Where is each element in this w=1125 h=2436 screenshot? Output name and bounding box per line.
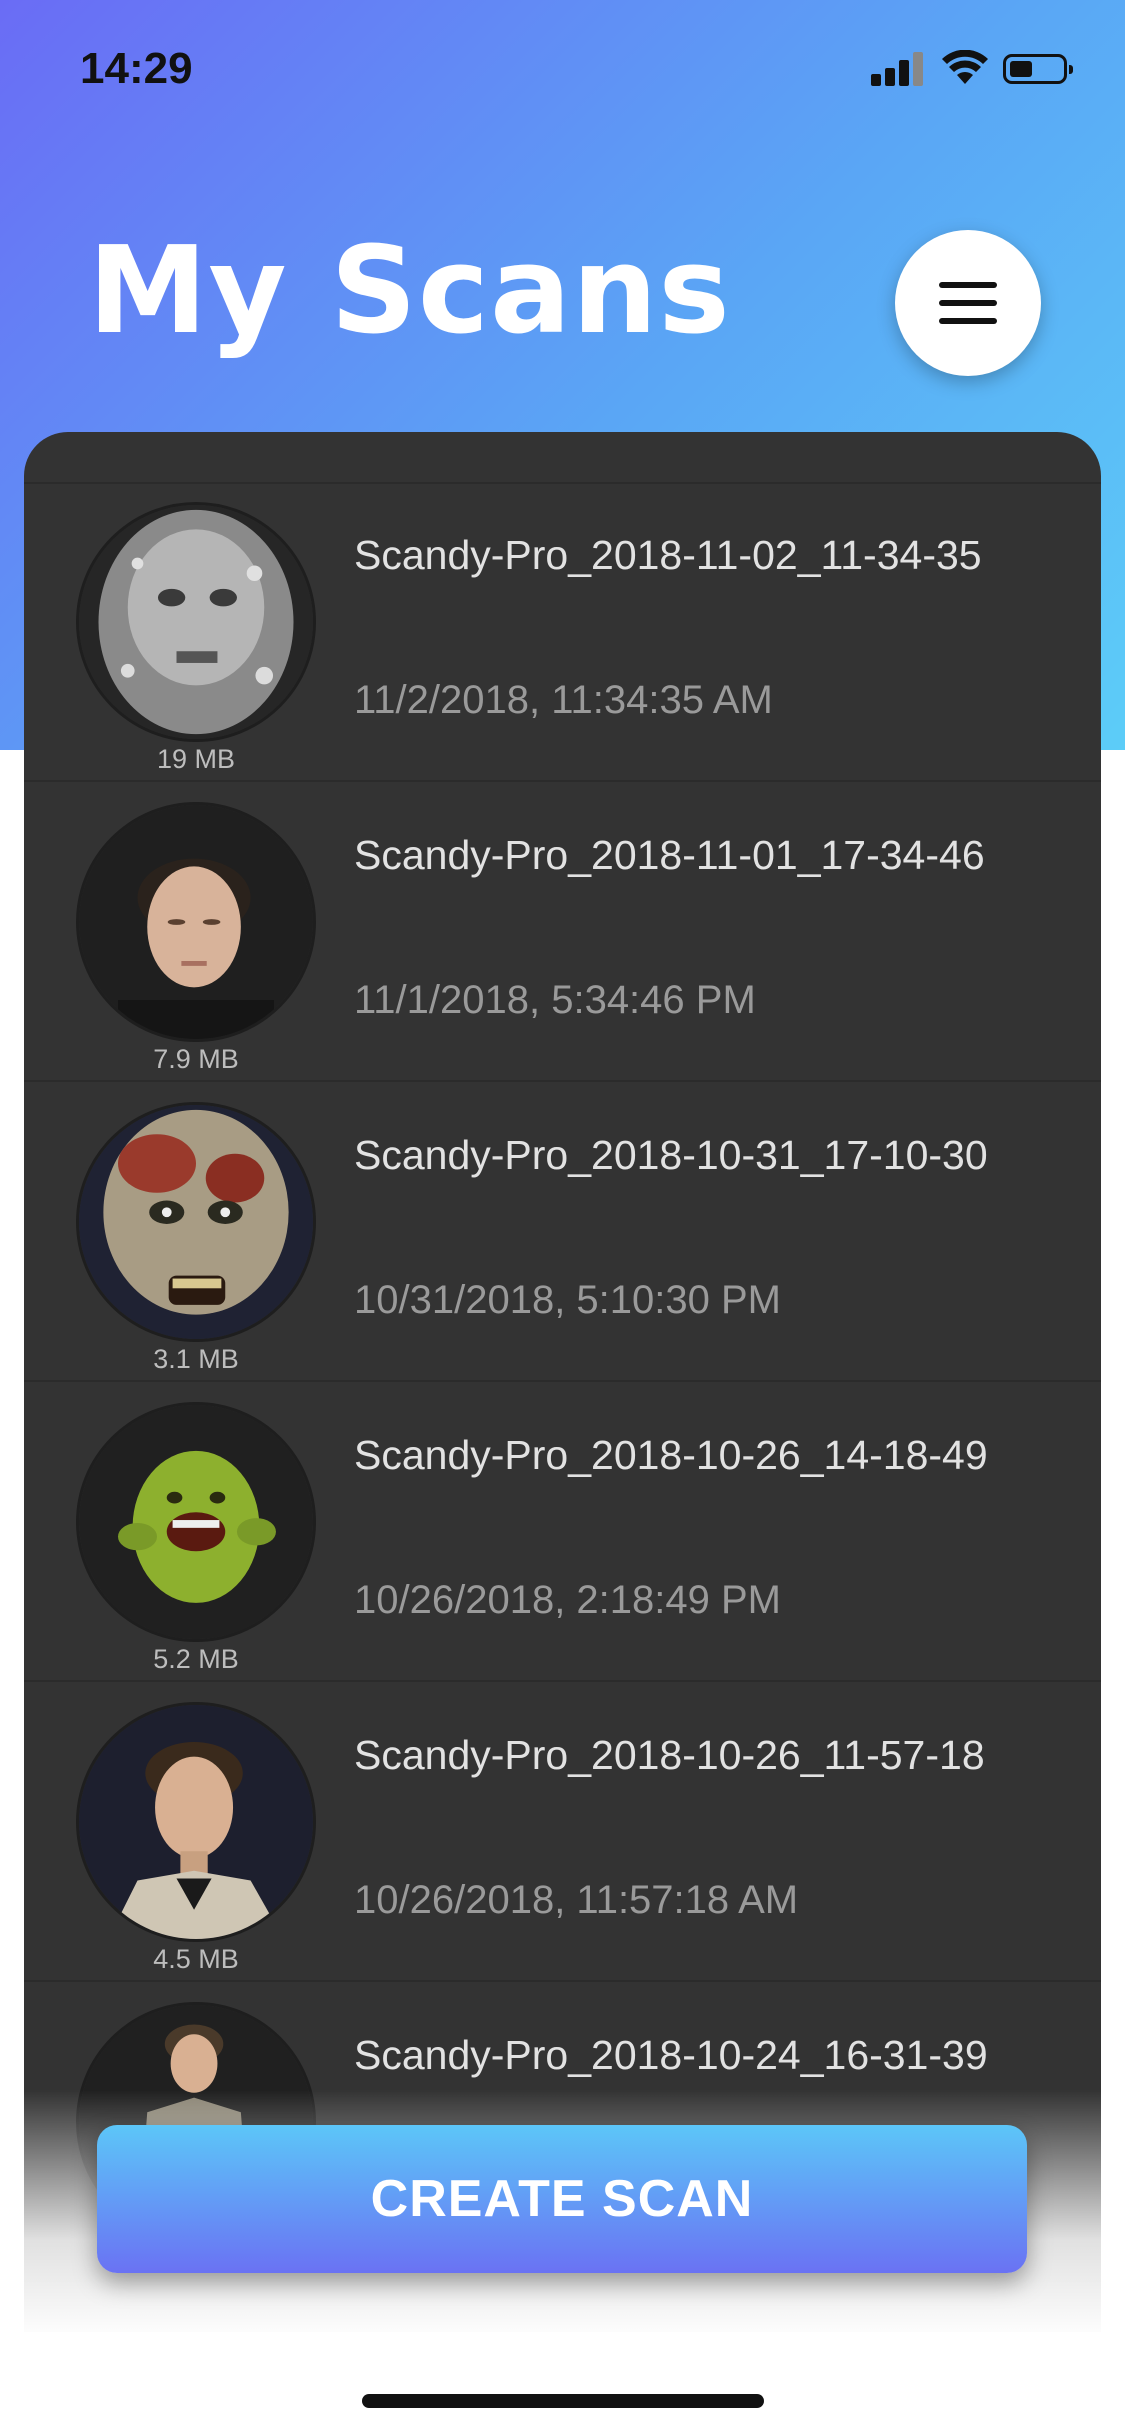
scan-row[interactable]: 19 MB Scandy-Pro_2018-11-02_11-34-35 11/… [24, 482, 1101, 782]
page-title: My Scans [88, 222, 731, 361]
scan-date: 11/2/2018, 11:34:35 AM [354, 678, 773, 722]
status-icons [871, 50, 1081, 90]
file-size: 7.9 MB [153, 1044, 239, 1074]
scan-title: Scandy-Pro_2018-10-24_16-31-39 [354, 2032, 988, 2078]
file-size: 5.2 MB [153, 1644, 239, 1674]
list-top-spacer [24, 432, 1101, 484]
scan-title: Scandy-Pro_2018-10-26_11-57-18 [354, 1732, 985, 1778]
scan-row[interactable]: 5.2 MB Scandy-Pro_2018-10-26_14-18-49 10… [24, 1382, 1101, 1682]
scan-date: 10/31/2018, 5:10:30 PM [354, 1278, 781, 1322]
scan-row[interactable]: 3.1 MB Scandy-Pro_2018-10-31_17-10-30 10… [24, 1082, 1101, 1382]
file-size: 3.1 MB [153, 1344, 239, 1374]
scan-thumbnail [76, 502, 316, 742]
file-size: 4.5 MB [153, 1944, 239, 1974]
home-indicator [362, 2394, 764, 2408]
scan-date: 11/1/2018, 5:34:46 PM [354, 978, 756, 1022]
battery-icon [1003, 54, 1073, 84]
scan-thumbnail [76, 802, 316, 1042]
create-scan-button[interactable]: CREATE SCAN [97, 2125, 1027, 2273]
status-time: 14:29 [80, 44, 193, 93]
scan-thumbnail [76, 1102, 316, 1342]
hamburger-menu-icon [939, 282, 997, 288]
menu-button[interactable] [895, 230, 1041, 376]
scan-title: Scandy-Pro_2018-10-31_17-10-30 [354, 1132, 988, 1178]
scan-row[interactable]: 4.5 MB Scandy-Pro_2018-10-26_11-57-18 10… [24, 1682, 1101, 1982]
scan-date: 10/26/2018, 2:18:49 PM [354, 1578, 781, 1622]
scan-row[interactable]: 7.9 MB Scandy-Pro_2018-11-01_17-34-46 11… [24, 782, 1101, 1082]
scan-list[interactable]: 19 MB Scandy-Pro_2018-11-02_11-34-35 11/… [24, 432, 1101, 2332]
wifi-icon [942, 50, 988, 84]
signal-icon [871, 50, 927, 86]
file-size: 19 MB [156, 744, 236, 774]
scan-date: 10/26/2018, 11:57:18 AM [354, 1878, 799, 1922]
scan-thumbnail [76, 1702, 316, 1942]
scan-title: Scandy-Pro_2018-11-01_17-34-46 [354, 832, 985, 878]
scan-thumbnail [76, 1402, 316, 1642]
scan-title: Scandy-Pro_2018-10-26_14-18-49 [354, 1432, 988, 1478]
scan-title: Scandy-Pro_2018-11-02_11-34-35 [354, 532, 982, 578]
